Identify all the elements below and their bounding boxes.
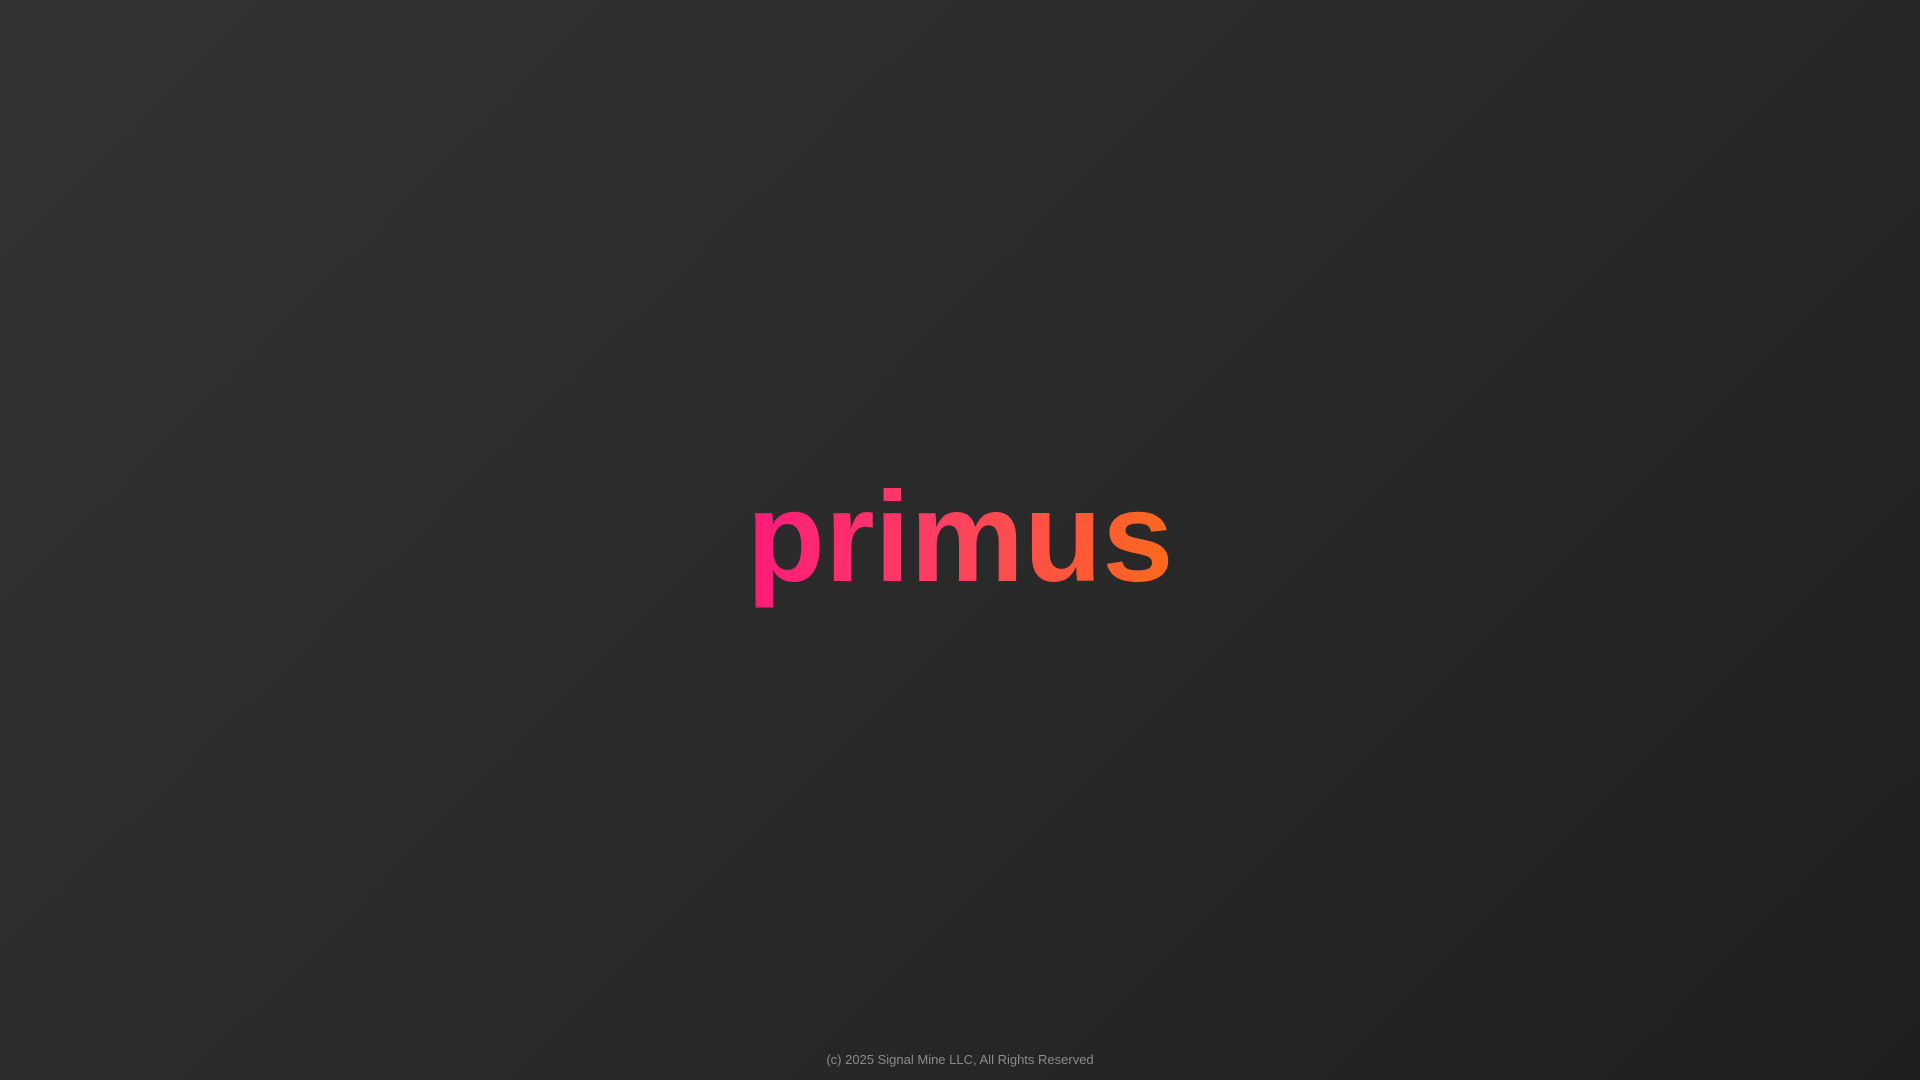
app-logo: primus	[746, 466, 1174, 609]
splash-screen: primus (c) 2025 Signal Mine LLC, All Rig…	[0, 0, 1920, 1080]
copyright-footer: (c) 2025 Signal Mine LLC, All Rights Res…	[826, 1052, 1094, 1067]
logo-container: primus	[0, 468, 1920, 608]
